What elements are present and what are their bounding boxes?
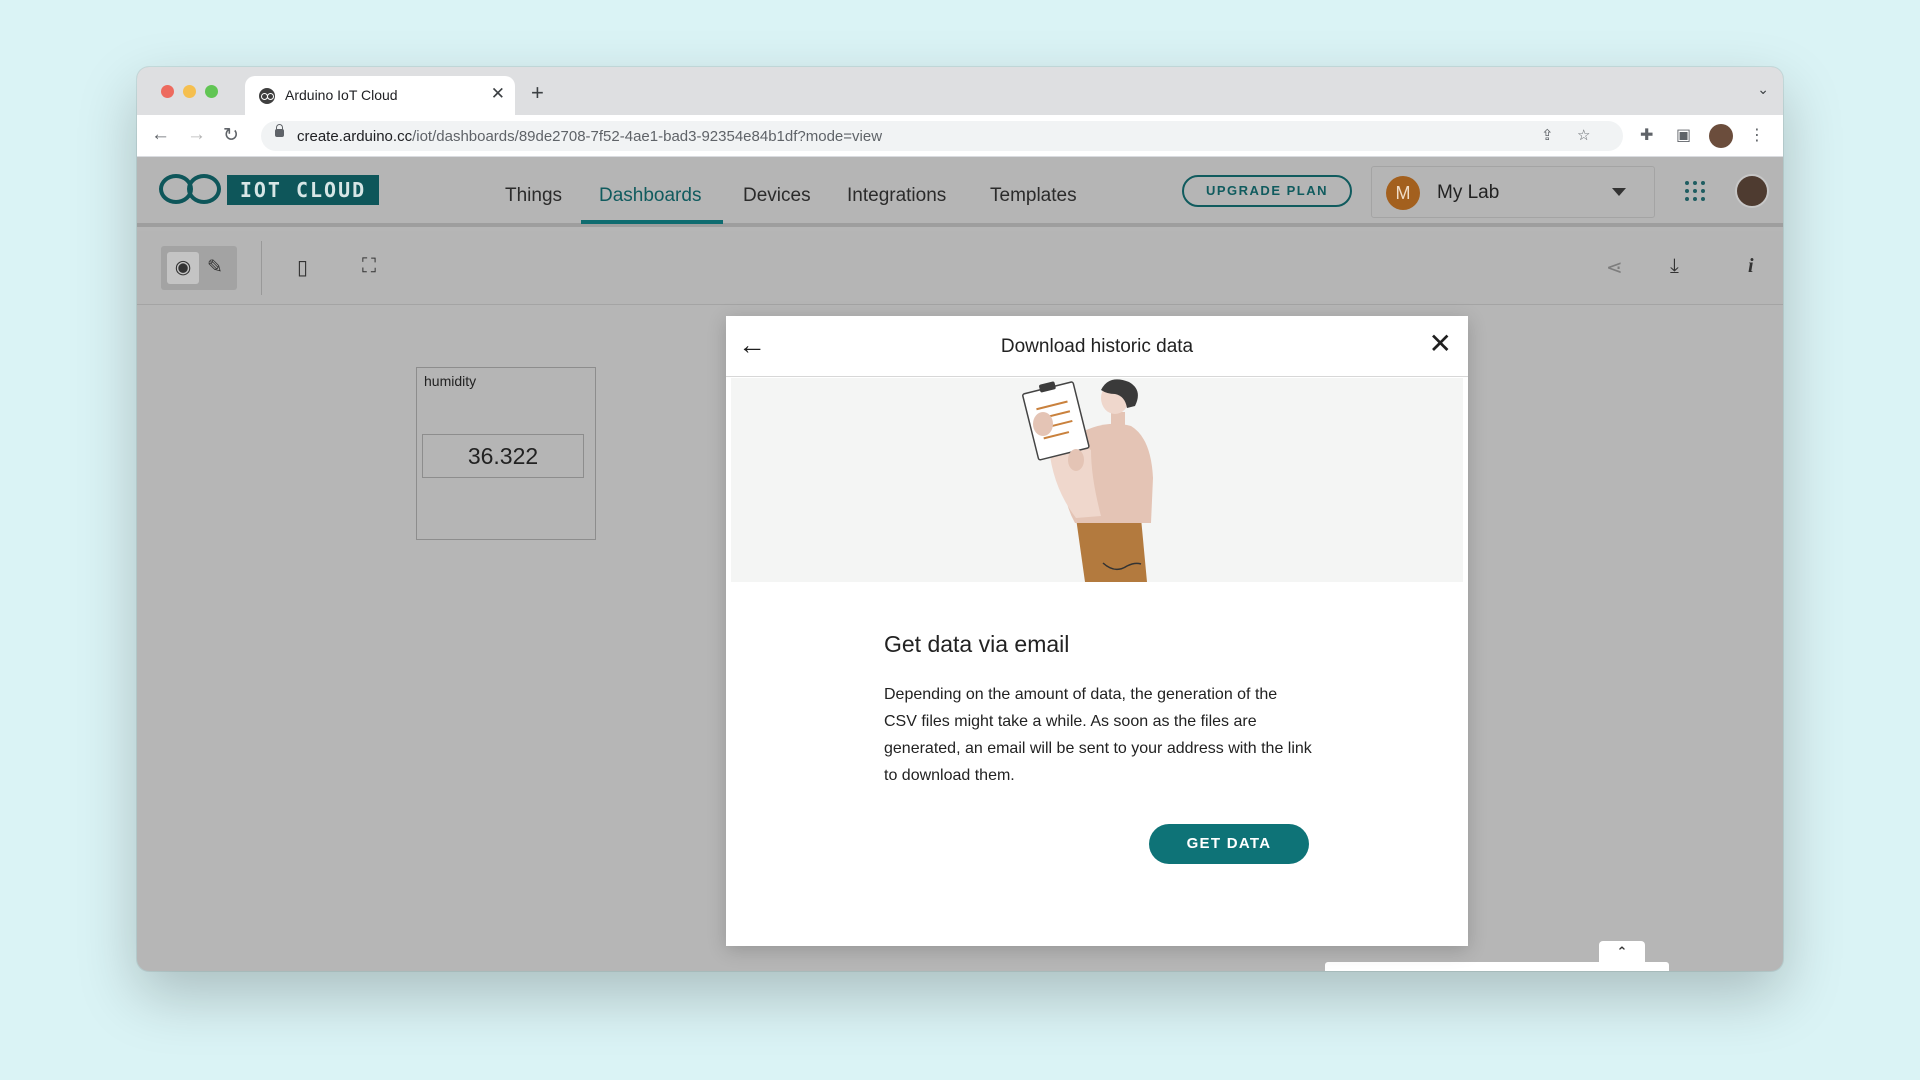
view-edit-toggle: ◉ ✎ xyxy=(161,246,237,290)
organization-selector[interactable]: M My Lab xyxy=(1371,166,1655,218)
fullscreen-icon[interactable]: ⛶ xyxy=(362,255,376,278)
active-nav-underline xyxy=(581,220,723,224)
arduino-favicon-icon xyxy=(259,88,275,104)
org-name: My Lab xyxy=(1437,182,1500,203)
org-avatar: M xyxy=(1386,176,1420,210)
nav-things[interactable]: Things xyxy=(505,185,562,207)
close-tab-icon[interactable]: ✕ xyxy=(491,84,505,104)
close-icon[interactable]: ✕ xyxy=(1429,327,1452,360)
apps-grid-icon[interactable] xyxy=(1685,181,1705,201)
browser-tab[interactable]: Arduino IoT Cloud ✕ xyxy=(245,76,515,115)
widget-value: 36.322 xyxy=(422,434,584,478)
reading-list-icon[interactable]: ▣ xyxy=(1676,125,1691,145)
close-window-button[interactable] xyxy=(161,85,174,98)
browser-menu-icon[interactable]: ⋮ xyxy=(1749,125,1765,145)
url-text: create.arduino.cc/iot/dashboards/89de270… xyxy=(297,128,883,145)
forward-arrow-icon[interactable]: → xyxy=(187,124,206,146)
nav-templates[interactable]: Templates xyxy=(990,185,1077,207)
minimize-window-button[interactable] xyxy=(183,85,196,98)
dashboard-toolbar: ◉ ✎ ▯ ⛶ ⋖ ⤓ i xyxy=(137,231,1783,305)
widget-title: humidity xyxy=(424,373,477,389)
back-arrow-icon[interactable]: ← xyxy=(151,124,170,146)
nav-devices[interactable]: Devices xyxy=(743,185,811,207)
zoom-window-button[interactable] xyxy=(205,85,218,98)
toolbar-divider xyxy=(261,241,262,295)
share-icon[interactable]: ⋖ xyxy=(1606,255,1623,280)
tab-title: Arduino IoT Cloud xyxy=(285,87,398,103)
browser-window: Arduino IoT Cloud ✕ + ⌄ ← → ↻ create.ard… xyxy=(137,67,1783,971)
chevron-up-icon[interactable]: ⌃ xyxy=(1599,941,1645,965)
person-with-clipboard-illustration xyxy=(731,378,1463,582)
get-data-button[interactable]: GET DATA xyxy=(1149,824,1309,864)
download-icon[interactable]: ⤓ xyxy=(1670,255,1679,278)
humidity-widget[interactable]: humidity 36.322 xyxy=(416,367,596,540)
upgrade-plan-button[interactable]: UPGRADE PLAN xyxy=(1182,175,1352,207)
lock-icon xyxy=(275,124,284,137)
tab-search-chevron-icon[interactable]: ⌄ xyxy=(1757,81,1769,98)
download-historic-data-dialog: ← Download historic data ✕ Get data via … xyxy=(726,316,1468,946)
address-bar[interactable]: create.arduino.cc/iot/dashboards/89de270… xyxy=(261,121,1623,151)
section-description: Depending on the amount of data, the gen… xyxy=(884,686,1312,784)
user-avatar[interactable] xyxy=(1735,174,1769,208)
section-title: Get data via email xyxy=(884,631,1070,657)
nav-integrations[interactable]: Integrations xyxy=(847,185,946,207)
new-tab-icon[interactable]: + xyxy=(531,80,544,106)
extensions-puzzle-icon[interactable]: ✚ xyxy=(1640,125,1653,145)
dialog-header: ← Download historic data ✕ xyxy=(726,316,1468,377)
browser-profile-avatar[interactable] xyxy=(1709,124,1733,148)
bookmark-star-icon[interactable]: ☆ xyxy=(1577,126,1590,144)
share-page-icon[interactable]: ⇪ xyxy=(1541,126,1554,144)
mobile-view-icon[interactable]: ▯ xyxy=(297,255,308,280)
info-icon[interactable]: i xyxy=(1748,255,1754,278)
edit-mode-pencil-icon[interactable]: ✎ xyxy=(199,252,231,284)
caret-down-icon xyxy=(1612,188,1626,196)
iot-cloud-logo[interactable]: IOT CLOUD xyxy=(227,175,379,205)
tab-strip: Arduino IoT Cloud ✕ + ⌄ xyxy=(137,67,1783,115)
view-mode-eye-icon[interactable]: ◉ xyxy=(167,252,199,284)
dialog-title: Download historic data xyxy=(1000,336,1194,357)
arduino-logo-icon[interactable] xyxy=(159,174,221,204)
app-header: IOT CLOUD Things Dashboards Devices Inte… xyxy=(137,157,1783,227)
browser-toolbar: ← → ↻ create.arduino.cc/iot/dashboards/8… xyxy=(137,115,1783,157)
nav-dashboards[interactable]: Dashboards xyxy=(599,185,701,207)
reload-icon[interactable]: ↻ xyxy=(223,124,239,147)
